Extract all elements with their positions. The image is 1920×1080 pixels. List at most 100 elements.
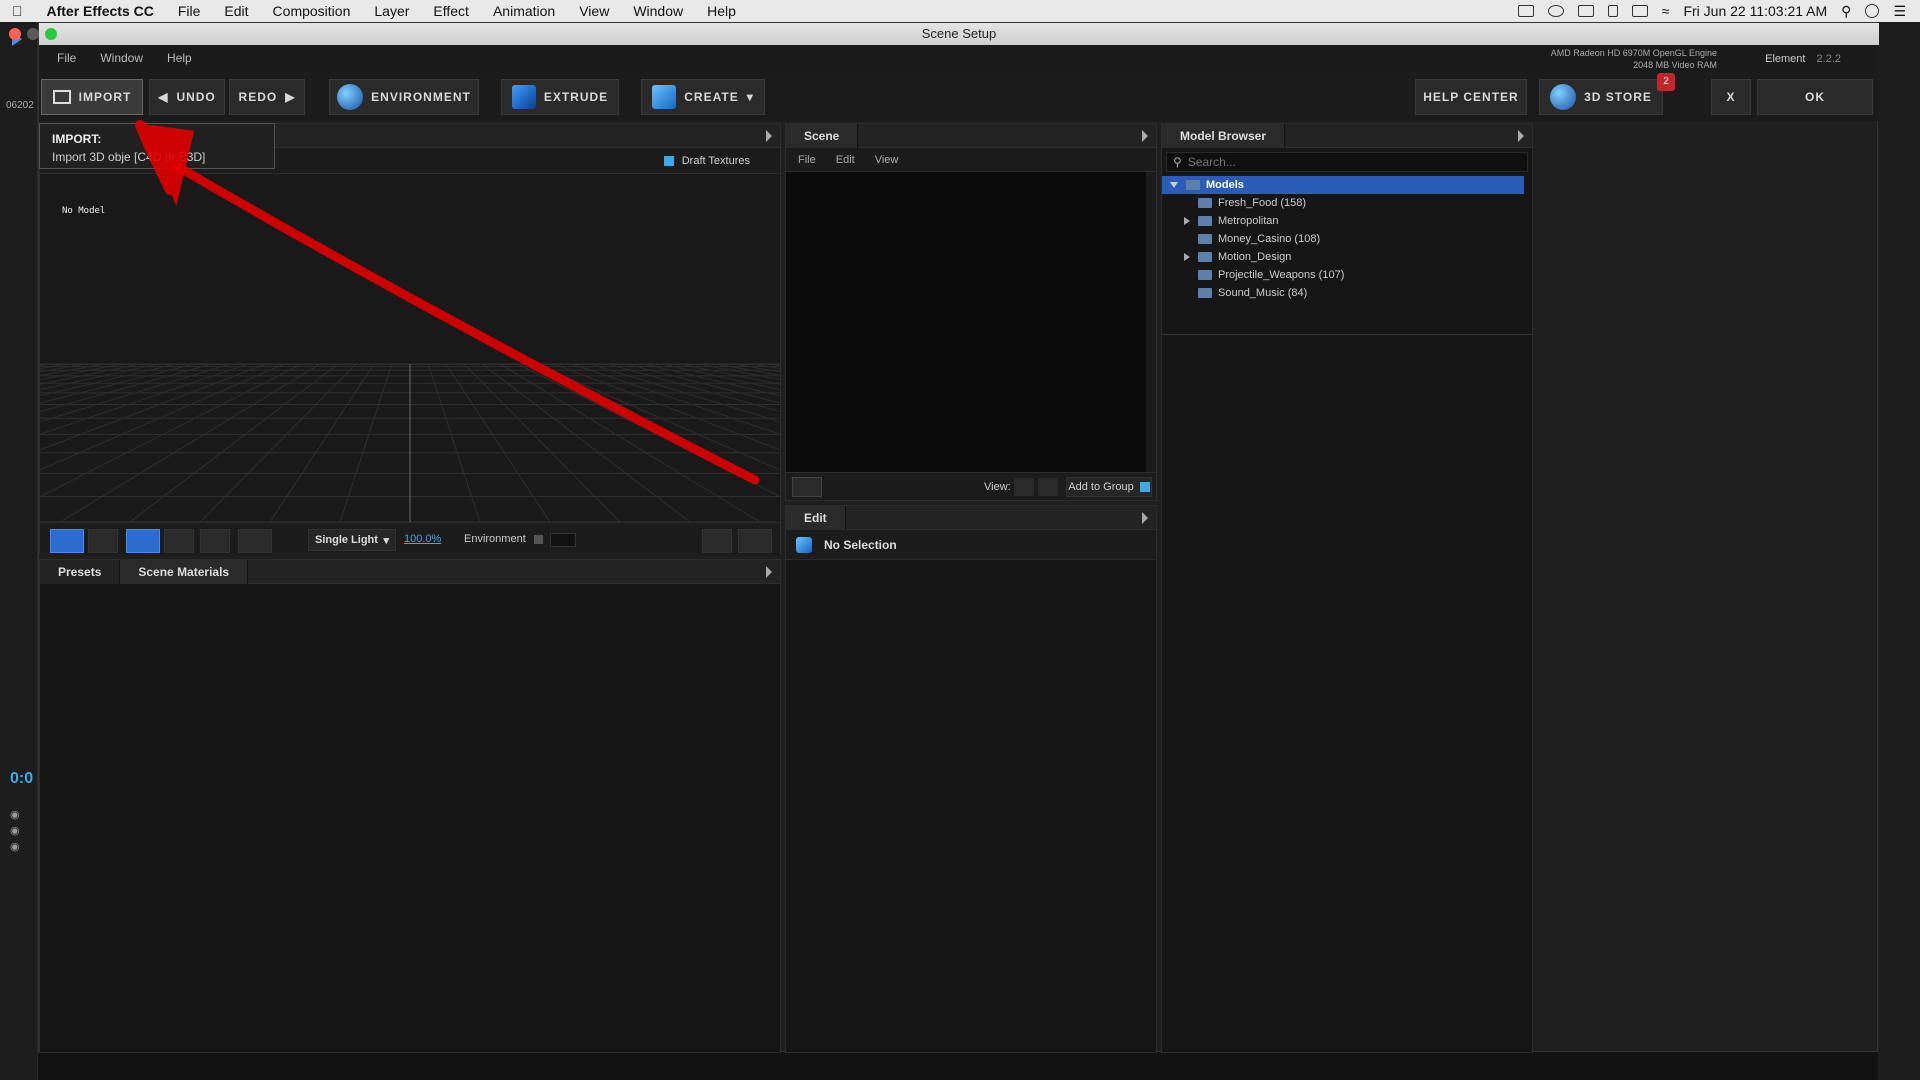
camera-tool-icon[interactable] [50,529,84,553]
menu-help[interactable]: Help [695,3,748,19]
apple-icon[interactable]:  [0,3,35,19]
eye-icon[interactable]: ◉ [10,840,20,853]
import-button[interactable]: IMPORT [41,79,143,115]
tree-folder[interactable]: Motion_Design [1162,248,1524,266]
expand-icon[interactable] [1184,253,1190,261]
minimize-window-icon[interactable] [27,28,39,40]
ok-button[interactable]: OK [1757,79,1873,115]
display-icon[interactable] [1631,5,1648,17]
draft-textures-checkbox[interactable] [663,156,674,166]
eye-icon[interactable]: ◉ [10,824,20,837]
environment-toggle[interactable]: Environment [464,533,543,545]
add-to-group-button[interactable]: Add to Group [1066,477,1152,497]
redo-label: REDO [238,90,278,104]
notification-center-icon[interactable]: ☰ [1893,3,1906,20]
undo-button[interactable]: ◀ UNDO [149,79,225,115]
environment-label: ENVIRONMENT [371,90,471,104]
ae-time[interactable]: 0:0 [10,770,33,788]
scene-menu-view[interactable]: View [875,154,899,166]
tree-root-models[interactable]: Models [1162,176,1524,194]
tab-presets[interactable]: Presets [40,559,121,584]
scene-menu-file[interactable]: File [798,154,816,166]
scale-tool-icon[interactable] [200,529,230,553]
folder-icon [1198,288,1212,298]
menu-edit[interactable]: Edit [212,3,260,19]
collapse-icon[interactable] [1170,182,1178,188]
panel-menu-arrow-icon[interactable] [1518,129,1524,142]
crosshair-icon[interactable] [702,529,732,553]
tree-folder[interactable]: Sound_Music (84) [1162,284,1524,302]
light-mode-select[interactable]: Single Light ▾ [308,529,396,551]
scene-menu: File Edit View [786,148,1156,172]
menu-animation[interactable]: Animation [481,3,567,19]
move-tool-icon[interactable] [126,529,160,553]
panel-menu-arrow-icon[interactable] [766,565,772,578]
ae-right-panel [1878,22,1920,1080]
tooltip-text: Import 3D obje [C4D or E3D] [52,150,206,164]
draft-textures-toggle[interactable]: Draft Textures [663,155,750,167]
sync-icon[interactable] [1577,5,1594,17]
new-group-icon[interactable] [792,477,822,497]
tree-folder-label: Sound_Music (84) [1218,287,1308,299]
environment-color-swatch[interactable] [550,533,576,547]
panel-menu-arrow-icon[interactable] [766,129,772,142]
tree-folder[interactable]: Metropolitan [1162,212,1524,230]
selection-info: No Selection [786,530,1156,560]
airplay-icon[interactable] [1517,5,1534,17]
menu-file[interactable]: File [166,3,213,19]
tree-folder[interactable]: Fresh_Food (158) [1162,194,1524,212]
element-menu-window[interactable]: Window [100,51,143,65]
extrude-button[interactable]: EXTRUDE [501,79,619,115]
tab-scene-materials[interactable]: Scene Materials [120,559,249,584]
viewport-canvas[interactable]: No Model [40,174,780,522]
expand-icon[interactable] [1184,217,1190,225]
search-input[interactable] [1187,155,1508,169]
tree-folder[interactable]: Projectile_Weapons (107) [1162,266,1524,284]
environment-checkbox[interactable] [533,534,543,544]
element-version: Element 2.2.2 [1765,53,1841,65]
element-menu-file[interactable]: File [57,51,76,65]
menu-layer[interactable]: Layer [362,3,421,19]
tree-folder[interactable]: Money_Casino (108) [1162,230,1524,248]
rotate-tool-icon[interactable] [164,529,194,553]
menu-window[interactable]: Window [621,3,695,19]
menu-effect[interactable]: Effect [421,3,481,19]
eye-icon[interactable]: ◉ [10,808,20,821]
clock[interactable]: Fri Jun 22 11:03:21 AM [1683,3,1827,19]
environment-button[interactable]: ENVIRONMENT [329,79,479,115]
store-globe-icon [1550,84,1577,110]
main-toolbar: IMPORT ◀ UNDO REDO ▶ ENVIRONMENT EXTRUDE… [39,71,1879,121]
cancel-button[interactable]: X [1711,79,1751,115]
axis-tool-icon[interactable] [238,529,272,553]
scene-menu-edit[interactable]: Edit [836,154,855,166]
bluetooth-icon[interactable] [1607,5,1618,17]
app-menu[interactable]: After Effects CC [35,3,166,19]
view-wire-icon[interactable] [1038,478,1058,496]
ae-comp-code: 06202 [6,100,34,111]
select-tool-icon[interactable] [88,529,118,553]
view-solid-icon[interactable] [1014,478,1034,496]
scene-scrollbar[interactable] [1146,172,1156,472]
close-window-icon[interactable] [9,28,21,40]
help-center-button[interactable]: HELP CENTER [1415,79,1527,115]
monitor-icon[interactable] [738,529,772,553]
redo-button[interactable]: REDO ▶ [229,79,305,115]
element-menu-help[interactable]: Help [167,51,192,65]
zoom-window-icon[interactable] [45,28,57,40]
zoom-value[interactable]: 100.0% [404,533,441,545]
menu-composition[interactable]: Composition [261,3,363,19]
3d-store-button[interactable]: 3D STORE [1539,79,1663,115]
scene-tree[interactable] [786,172,1146,472]
panel-menu-arrow-icon[interactable] [1142,129,1148,142]
folder-icon [1198,198,1212,208]
browser-divider[interactable] [1162,334,1532,335]
viewport-panel: Draft Textures No Model Single Light ▾ 1… [39,123,781,556]
creative-cloud-icon[interactable] [1547,5,1564,17]
panel-menu-arrow-icon[interactable] [1142,511,1148,524]
folder-icon [1198,216,1212,226]
siri-icon[interactable] [1865,4,1880,18]
menu-view[interactable]: View [567,3,621,19]
spotlight-search-icon[interactable]: ⚲ [1841,3,1851,20]
wifi-icon[interactable]: ≈ [1662,3,1670,19]
create-button[interactable]: CREATE ▾ [641,79,765,115]
